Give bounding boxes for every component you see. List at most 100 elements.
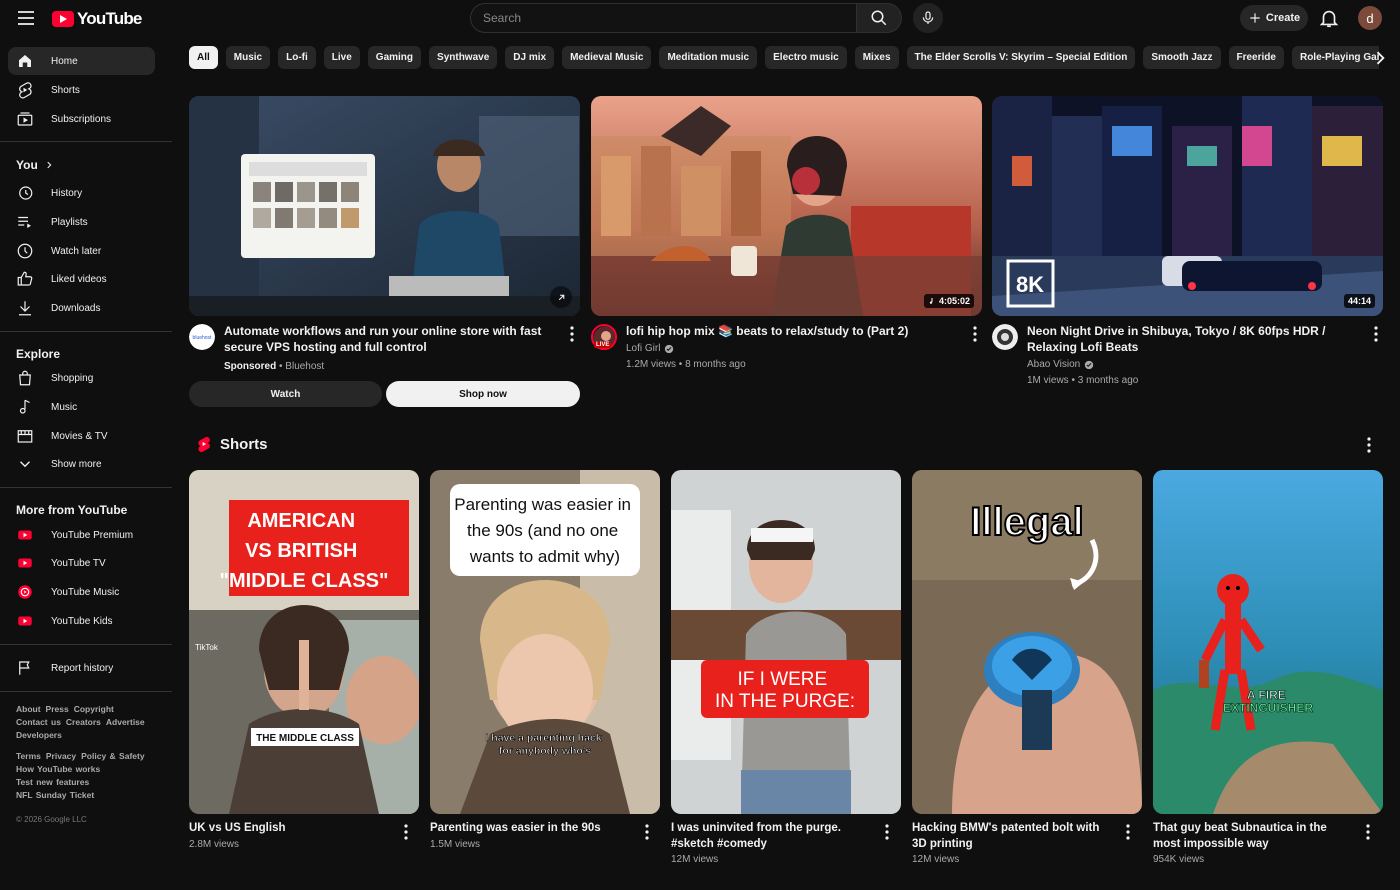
chip-mixes[interactable]: Mixes: [854, 46, 899, 69]
chip-meditation-music[interactable]: Meditation music: [659, 46, 758, 69]
chip-music[interactable]: Music: [225, 46, 271, 69]
download-icon: [19, 301, 31, 316]
sidebar-item-music[interactable]: Music: [8, 393, 155, 421]
youtube-logo[interactable]: YouTube: [52, 9, 142, 29]
short-thumbnail[interactable]: Parenting was easier in the 90s (and no …: [430, 470, 660, 814]
short-title[interactable]: Hacking BMW's patented bolt with 3D prin…: [912, 820, 1112, 852]
footer-link-contact[interactable]: Contact us: [16, 717, 61, 727]
filter-chips-bar: All Music Lo-fi Live Gaming Synthwave DJ mix Me…: [189, 46, 1379, 70]
divider: [0, 691, 172, 692]
menu-icon[interactable]: [14, 6, 38, 30]
short-title[interactable]: That guy beat Subnautica in the most imp…: [1153, 820, 1353, 852]
footer-link-terms[interactable]: Terms: [16, 751, 41, 761]
footer-link-test-features[interactable]: Test new features: [16, 777, 89, 787]
channel-name[interactable]: Lofi Girl: [626, 341, 660, 356]
footer-link-developers[interactable]: Developers: [16, 730, 62, 740]
chip-electro-music[interactable]: Electro music: [765, 46, 847, 69]
more-options-icon[interactable]: [1361, 823, 1375, 841]
sidebar-item-shopping[interactable]: Shopping: [8, 364, 155, 392]
more-options-icon[interactable]: [399, 823, 413, 841]
more-options-icon[interactable]: [880, 823, 894, 841]
advertiser-name[interactable]: Bluehost: [285, 361, 324, 372]
shop-now-button[interactable]: Shop now: [386, 381, 580, 407]
chip-dj-mix[interactable]: DJ mix: [505, 46, 555, 69]
account-avatar[interactable]: d: [1358, 6, 1382, 30]
video-thumbnail[interactable]: 4:05:02: [591, 96, 982, 316]
divider: [0, 331, 172, 332]
sidebar-item-movies-tv[interactable]: Movies & TV: [8, 422, 155, 450]
sidebar-item-youtube-music[interactable]: YouTube Music: [8, 578, 155, 606]
divider: [0, 487, 172, 488]
more-options-icon[interactable]: [1369, 325, 1383, 343]
chips-next-button[interactable]: [1370, 48, 1390, 68]
footer-link-nfl-sunday-ticket[interactable]: NFL Sunday Ticket: [16, 790, 94, 800]
more-options-icon[interactable]: [968, 325, 982, 343]
footer-link-privacy[interactable]: Privacy: [46, 751, 76, 761]
chip-synthwave[interactable]: Synthwave: [429, 46, 498, 69]
channel-name[interactable]: Abao Vision: [1027, 357, 1080, 372]
sidebar-item-youtube-kids[interactable]: YouTube Kids: [8, 607, 155, 635]
sidebar-item-liked-videos[interactable]: Liked videos: [8, 265, 155, 293]
duration-text: 4:05:02: [938, 296, 970, 306]
search-button[interactable]: [856, 3, 902, 33]
video-thumbnail[interactable]: [189, 96, 580, 316]
short-title[interactable]: I was uninvited from the purge. #sketch …: [671, 820, 871, 852]
chip-all[interactable]: All: [189, 46, 218, 69]
more-options-icon[interactable]: [1121, 823, 1135, 841]
search-input[interactable]: [470, 3, 856, 33]
chip-freeride[interactable]: Freeride: [1228, 46, 1284, 69]
video-title[interactable]: lofi hip hop mix 📚 beats to relax/study …: [626, 323, 961, 339]
create-label: Create: [1265, 12, 1301, 24]
chip-medieval-music[interactable]: Medieval Music: [562, 46, 652, 69]
chip-live[interactable]: Live: [323, 46, 360, 69]
sidebar-item-subscriptions[interactable]: Subscriptions: [8, 105, 155, 133]
footer-link-policy-safety[interactable]: Policy & Safety: [81, 751, 144, 761]
short-title[interactable]: UK vs US English: [189, 820, 389, 836]
youtube-tv-icon: [18, 558, 32, 568]
footer-link-how-youtube-works[interactable]: How YouTube works: [16, 764, 100, 774]
footer-links-row: Terms Privacy Policy & Safety: [16, 751, 150, 761]
short-thumbnail[interactable]: Illegal: [912, 470, 1142, 814]
video-thumbnail[interactable]: 8K 44:14: [992, 96, 1383, 316]
sidebar-you-heading[interactable]: You: [16, 158, 54, 172]
voice-search-button[interactable]: [913, 3, 943, 33]
footer-link-advertise[interactable]: Advertise: [106, 717, 145, 727]
sidebar-item-history[interactable]: History: [8, 179, 155, 207]
shorts-heading: Shorts: [220, 435, 268, 453]
chip-smooth-jazz[interactable]: Smooth Jazz: [1143, 46, 1221, 69]
chip-role-playing-games[interactable]: Role-Playing Games: [1291, 46, 1379, 69]
sidebar-item-shorts[interactable]: Shorts: [8, 76, 155, 104]
sidebar-item-youtube-tv[interactable]: YouTube TV: [8, 549, 155, 577]
sidebar-item-downloads[interactable]: Downloads: [8, 294, 155, 322]
video-title[interactable]: Neon Night Drive in Shibuya, Tokyo / 8K …: [1027, 323, 1362, 355]
video-title[interactable]: Automate workflows and run your online s…: [224, 323, 559, 355]
channel-avatar[interactable]: bluehost: [189, 324, 215, 350]
channel-avatar[interactable]: [992, 324, 1018, 350]
footer-link-press[interactable]: Press: [46, 704, 69, 714]
external-link-icon[interactable]: [550, 286, 572, 308]
sidebar-item-playlists[interactable]: Playlists: [8, 208, 155, 236]
sidebar-item-show-more[interactable]: Show more: [8, 450, 155, 478]
footer-link-about[interactable]: About: [16, 704, 41, 714]
create-button[interactable]: Create: [1240, 5, 1308, 31]
sidebar-item-report-history[interactable]: Report history: [8, 654, 155, 682]
short-thumbnail[interactable]: A FIRE EXTINGUISHER: [1153, 470, 1383, 814]
chip-skyrim[interactable]: The Elder Scrolls V: Skyrim – Special Ed…: [906, 46, 1136, 69]
sidebar-item-home[interactable]: Home: [8, 47, 155, 75]
watch-button[interactable]: Watch: [189, 381, 382, 407]
video-stats: 1M views • 3 months ago: [1027, 375, 1139, 386]
more-options-icon[interactable]: [565, 325, 579, 343]
sidebar-item-watch-later[interactable]: Watch later: [8, 237, 155, 265]
you-heading-label: You: [16, 158, 38, 172]
chip-gaming[interactable]: Gaming: [367, 46, 422, 69]
short-thumbnail[interactable]: IF I WERE IN THE PURGE:: [671, 470, 901, 814]
footer-link-creators[interactable]: Creators: [66, 717, 101, 727]
footer-link-copyright[interactable]: Copyright: [74, 704, 114, 714]
chip-lofi[interactable]: Lo-fi: [278, 46, 316, 69]
notifications-bell-icon[interactable]: [1318, 6, 1340, 30]
sidebar-item-youtube-premium[interactable]: YouTube Premium: [8, 521, 155, 549]
more-options-icon[interactable]: [640, 823, 654, 841]
short-title[interactable]: Parenting was easier in the 90s: [430, 820, 630, 836]
short-thumbnail[interactable]: AMERICAN VS BRITISH "MIDDLE CLASS" THE M…: [189, 470, 419, 814]
shorts-more-options-icon[interactable]: [1362, 436, 1376, 454]
